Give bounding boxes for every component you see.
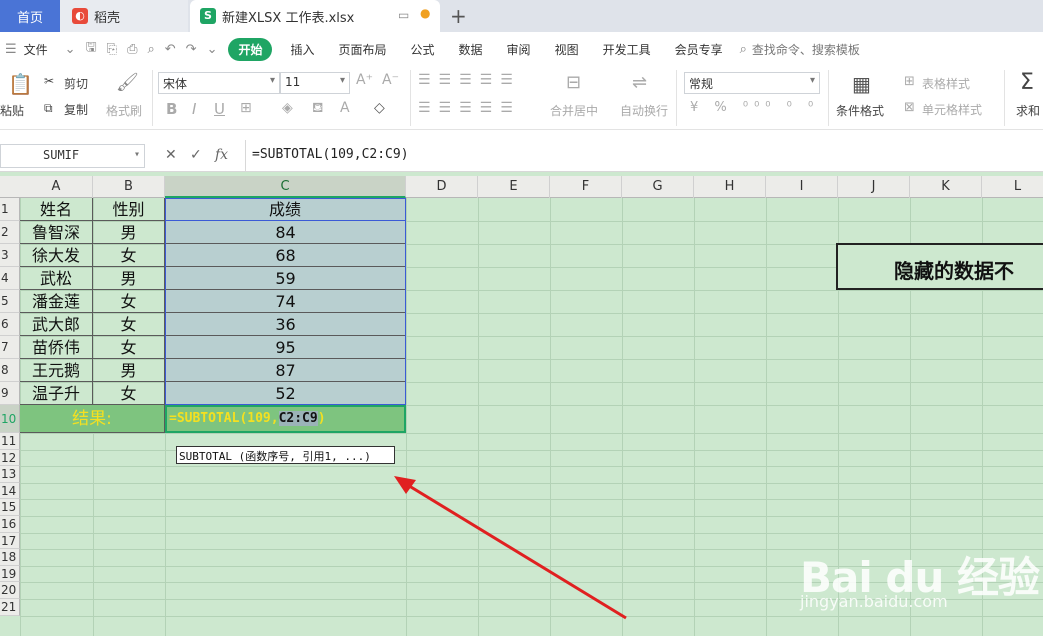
menu-member[interactable]: 会员专享	[663, 41, 735, 58]
chevron-down-icon[interactable]: ⌄	[60, 42, 81, 57]
font-size-select[interactable]: 11	[280, 72, 350, 94]
divider	[676, 70, 677, 126]
new-tab-plus-icon[interactable]: +	[450, 4, 467, 28]
table-style-button[interactable]: 表格样式	[922, 75, 970, 92]
merge-center-icon[interactable]: ⊟	[566, 72, 581, 93]
fill-bucket-icon[interactable]: ⛾	[312, 100, 323, 118]
cell-style-button[interactable]: 单元格样式	[922, 101, 982, 118]
table-style-icon: ⊞	[904, 74, 915, 89]
cut-icon: ✂	[44, 74, 55, 88]
customize-icon[interactable]: ⌄	[202, 42, 223, 57]
print-icon[interactable]: ⎙	[122, 42, 142, 57]
divider	[410, 70, 411, 126]
divider	[152, 70, 153, 126]
underline-icon[interactable]: U	[214, 100, 225, 118]
font-name-select[interactable]: 宋体	[158, 72, 280, 94]
menu-insert[interactable]: 插入	[278, 41, 326, 58]
paste-button[interactable]: 粘贴	[0, 102, 24, 119]
screen-icon[interactable]: ▭	[398, 8, 409, 22]
redo-icon[interactable]: ↷	[181, 42, 202, 57]
align-top-icons[interactable]: ☰☰☰☰☰	[418, 72, 521, 88]
preview-icon[interactable]: ⌕	[142, 42, 159, 57]
tab-docer-label: 稻壳	[94, 10, 121, 26]
decrease-font-icon[interactable]: A⁻	[382, 72, 399, 88]
save-icon[interactable]: 🖫	[81, 38, 102, 60]
merge-center-button[interactable]: 合并居中	[550, 102, 598, 119]
menu-home[interactable]: 开始	[228, 37, 273, 61]
menu-view[interactable]: 视图	[543, 41, 591, 58]
search-command[interactable]: 查找命令、搜索模板	[752, 41, 860, 58]
spreadsheet-icon: S	[200, 8, 216, 24]
italic-icon[interactable]: I	[192, 100, 196, 118]
tab-file[interactable]: S 新建XLSX 工作表.xlsx ▭ ●	[190, 0, 440, 32]
paste-icon[interactable]: 📋	[8, 72, 33, 96]
unsaved-dot-icon: ●	[420, 6, 431, 20]
fill-color-icon[interactable]: ◈	[282, 100, 293, 116]
watermark-url: jingyan.baidu.com	[800, 592, 948, 611]
tab-home-label: 首页	[16, 10, 43, 26]
menu-formulas[interactable]: 公式	[399, 41, 447, 58]
menu-review[interactable]: 审阅	[495, 41, 543, 58]
formula-input[interactable]: =SUBTOTAL(109,C2:C9)	[245, 140, 1043, 172]
divider	[1004, 70, 1005, 126]
clear-eraser-icon[interactable]: ◇	[374, 100, 385, 116]
menu-page-layout[interactable]: 页面布局	[327, 41, 399, 58]
number-format-select[interactable]: 常规	[684, 72, 820, 94]
search-icon: ⌕	[739, 41, 747, 57]
format-painter-icon: 🖌	[116, 72, 139, 93]
bold-icon[interactable]: B	[166, 100, 177, 118]
sum-button[interactable]: 求和	[1016, 102, 1040, 119]
confirm-icon[interactable]: ✓	[190, 147, 202, 163]
font-color-icon[interactable]: A	[340, 100, 350, 116]
undo-icon[interactable]: ↶	[160, 42, 181, 57]
wrap-text-icon[interactable]: ⇌	[632, 72, 647, 93]
copy-button[interactable]: 复制	[64, 101, 88, 118]
format-painter-button[interactable]: 格式刷	[106, 102, 142, 119]
formula-bar: SUMIF ✕ ✓ fx =SUBTOTAL(109,C2:C9)	[0, 140, 1043, 172]
tab-bar: 首页 ◐ 稻壳 S 新建XLSX 工作表.xlsx ▭ ● +	[0, 0, 1043, 32]
wrap-text-button[interactable]: 自动换行	[620, 102, 668, 119]
cell-style-icon: ⊠	[904, 100, 915, 115]
tab-file-label: 新建XLSX 工作表.xlsx	[222, 10, 355, 26]
function-icon[interactable]: fx	[215, 147, 228, 163]
export-icon[interactable]: ⎘	[102, 42, 122, 57]
border-icon[interactable]: ⊞	[240, 100, 252, 116]
increase-font-icon[interactable]: A⁺	[356, 72, 373, 88]
spreadsheet-grid[interactable]: ABCDEFGHIJKL 1 2 3 4 5 6 7 8 9 10 11 12 13 14 15 16 17 18…	[0, 172, 1043, 636]
conditional-format-button[interactable]: 条件格式	[836, 102, 884, 119]
copy-icon: ⧉	[44, 101, 53, 115]
hamburger-icon[interactable]: ☰	[0, 42, 22, 57]
menu-file[interactable]: 文件	[22, 41, 60, 58]
menu-data[interactable]: 数据	[447, 41, 495, 58]
tab-home[interactable]: 首页	[0, 0, 60, 32]
sum-icon: Σ	[1020, 70, 1034, 95]
menu-bar: ☰ 文件 ⌄ 🖫 ⎘ ⎙ ⌕ ↶ ↷ ⌄ 开始 插入 页面布局 公式 数据 审阅…	[0, 32, 1043, 66]
cut-button[interactable]: 剪切	[64, 75, 88, 92]
align-horizontal-icons[interactable]: ☰☰☰☰☰	[418, 100, 521, 116]
ribbon: 📋 粘贴 ✂ 剪切 ⧉ 复制 🖌 格式刷 宋体 11 A⁺ A⁻ B I U ⊞…	[0, 66, 1043, 130]
tab-docer[interactable]: ◐ 稻壳	[60, 0, 188, 32]
menu-developer[interactable]: 开发工具	[591, 41, 663, 58]
conditional-format-icon: ▦	[852, 72, 871, 96]
docer-icon: ◐	[72, 8, 88, 24]
divider	[828, 70, 829, 126]
cancel-icon[interactable]: ✕	[165, 147, 177, 163]
name-box[interactable]: SUMIF	[0, 144, 145, 168]
number-format-icons[interactable]: ¥ % ⁰⁰⁰ ⁰ ⁰	[690, 100, 819, 115]
